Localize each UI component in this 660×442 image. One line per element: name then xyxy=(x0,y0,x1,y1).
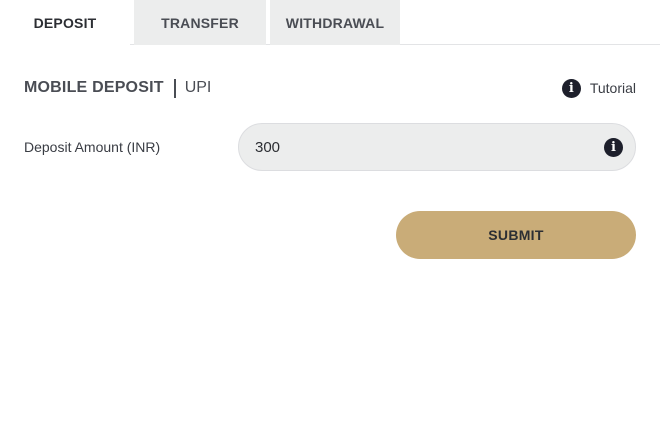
tutorial-label: Tutorial xyxy=(589,80,636,96)
section-title: MOBILE DEPOSIT UPI xyxy=(24,76,211,100)
amount-info-icon[interactable]: i xyxy=(604,137,623,157)
tab-withdrawal[interactable]: WITHDRAWAL xyxy=(270,0,400,45)
tab-transfer[interactable]: TRANSFER xyxy=(134,0,266,45)
tutorial-link[interactable]: i Tutorial xyxy=(561,78,636,98)
submit-button[interactable]: SUBMIT xyxy=(396,211,636,259)
deposit-amount-input[interactable] xyxy=(255,124,596,170)
section-title-method: UPI xyxy=(184,79,212,96)
tab-bar: DEPOSIT TRANSFER WITHDRAWAL xyxy=(0,0,660,46)
deposit-amount-label: Deposit Amount (INR) xyxy=(24,139,161,155)
section-title-main: MOBILE DEPOSIT xyxy=(24,79,164,96)
info-icon: i xyxy=(561,78,581,98)
deposit-amount-field: i xyxy=(238,123,636,171)
title-divider xyxy=(173,78,176,98)
tab-deposit[interactable]: DEPOSIT xyxy=(0,0,130,46)
